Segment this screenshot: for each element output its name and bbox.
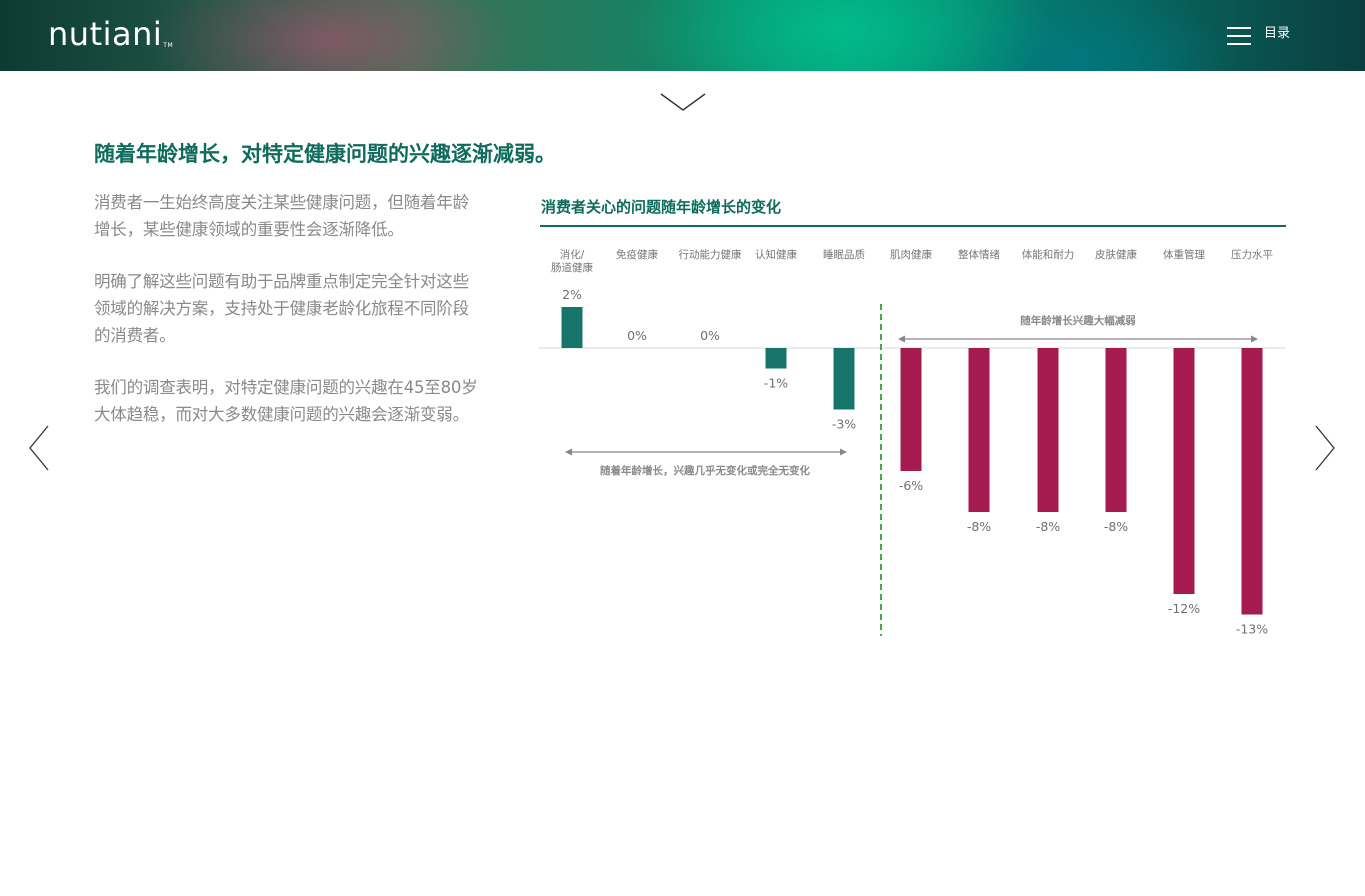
menu-label: 目录 <box>1264 26 1291 41</box>
stable-group-arrow-head-right <box>840 448 847 456</box>
header-banner: nutianiTM 目录 <box>0 0 1365 71</box>
paragraph-2: 明确了解这些问题有助于品牌重点制定完全针对这些领域的解决方案，支持处于健康老龄化… <box>94 272 469 345</box>
value-label: -3% <box>832 417 856 432</box>
category-label: 整体情绪 <box>958 248 1000 261</box>
previous-page-arrow-icon[interactable] <box>28 425 50 471</box>
value-label: 0% <box>700 328 720 343</box>
bar <box>968 348 990 512</box>
value-label: 2% <box>562 287 582 302</box>
value-label: -12% <box>1168 601 1200 616</box>
value-label: -13% <box>1236 622 1268 637</box>
category-label: 肌肉健康 <box>890 248 932 261</box>
logo-text: nutiani <box>48 15 163 53</box>
decline-group-label: 随年龄增长兴趣大幅减弱 <box>1020 314 1136 327</box>
bar <box>1105 348 1127 512</box>
category-label: 压力水平 <box>1231 248 1273 261</box>
chart-title: 消费者关心的问题随年龄增长的变化 <box>541 198 782 216</box>
category-label: 免疫健康 <box>616 248 658 261</box>
bar <box>1037 348 1059 512</box>
bar <box>561 307 583 348</box>
paragraph-1: 消费者一生始终高度关注某些健康问题，但随着年龄增长，某些健康领域的重要性会逐渐降… <box>94 193 469 239</box>
category-label: 体能和耐力 <box>1022 248 1075 261</box>
value-label: -1% <box>764 376 788 391</box>
category-label: 体重管理 <box>1163 248 1205 261</box>
value-label: -8% <box>967 519 991 534</box>
paragraph-3: 我们的调查表明，对特定健康问题的兴趣在45至80岁大体趋稳，而对大多数健康问题的… <box>94 378 478 424</box>
chart-title-rule <box>540 225 1286 227</box>
next-page-arrow-icon[interactable] <box>1314 425 1336 471</box>
scroll-down-chevron-icon[interactable] <box>660 92 706 112</box>
category-label: 皮肤健康 <box>1095 248 1137 261</box>
bar <box>833 348 855 410</box>
bar <box>765 348 787 369</box>
value-label: 0% <box>627 328 647 343</box>
stable-group-arrow-head-left <box>565 448 572 456</box>
category-label: 消化/肠道健康 <box>551 248 593 274</box>
page-heading: 随着年龄增长，对特定健康问题的兴趣逐渐减弱。 <box>94 142 556 166</box>
value-label: -8% <box>1036 519 1060 534</box>
decline-group-arrow-head-left <box>898 335 905 343</box>
value-label: -6% <box>899 478 923 493</box>
bar <box>1241 348 1263 615</box>
health-interest-bar-chart: 消化/肠道健康 免疫健康 行动能力健康 认知健康 睡眠品质 肌肉健康 整体情绪 体能和耐力 皮肤… <box>538 248 1286 637</box>
decline-group-arrow-head-right <box>1251 335 1258 343</box>
body-text: 消费者一生始终高度关注某些健康问题，但随着年龄增长，某些健康领域的重要性会逐渐降… <box>94 189 478 453</box>
nutiani-logo[interactable]: nutianiTM <box>48 14 173 54</box>
menu-button[interactable]: 目录 <box>1224 24 1314 48</box>
bar <box>1173 348 1195 594</box>
logo-trademark: TM <box>163 42 174 49</box>
category-label: 行动能力健康 <box>679 248 742 261</box>
category-label: 睡眠品质 <box>823 248 865 261</box>
hamburger-menu-icon <box>1227 27 1251 45</box>
value-label: -8% <box>1104 519 1128 534</box>
category-label: 认知健康 <box>755 248 797 261</box>
stable-group-label: 随着年龄增长，兴趣几乎无变化或完全无变化 <box>600 464 810 477</box>
bar <box>900 348 922 471</box>
